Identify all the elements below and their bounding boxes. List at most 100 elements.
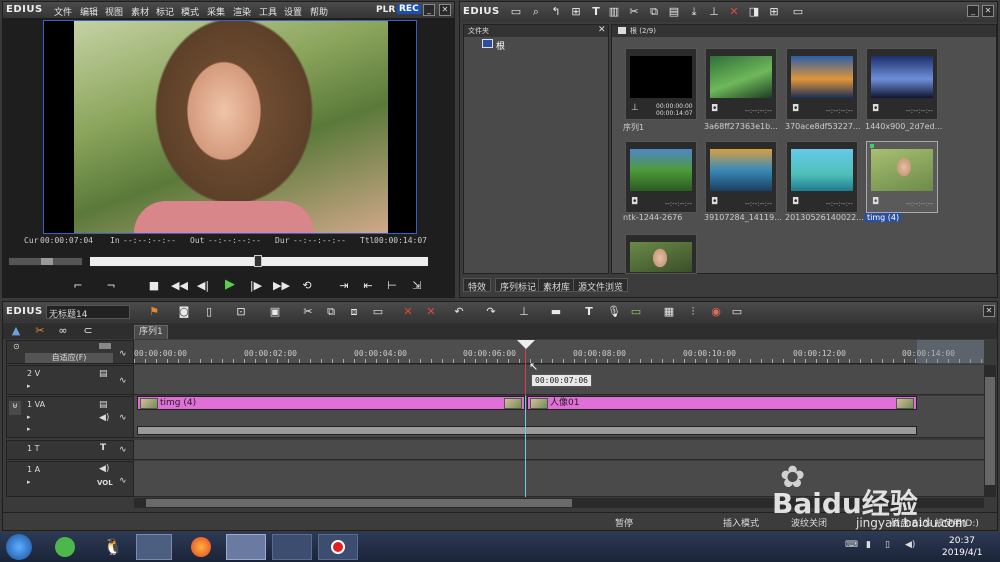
- ripple-delete-icon[interactable]: ✕: [423, 305, 439, 319]
- play-icon[interactable]: ▶: [222, 278, 238, 292]
- tray-keyboard-icon[interactable]: ⌨: [845, 540, 858, 550]
- expand-icon[interactable]: ▸: [27, 478, 31, 486]
- set-out-icon[interactable]: ¬: [103, 279, 119, 293]
- transition-icon[interactable]: ▬: [548, 305, 564, 319]
- minimize-button[interactable]: _: [423, 4, 435, 16]
- speaker-icon[interactable]: ◀): [99, 413, 109, 423]
- clock-time[interactable]: 20:37: [949, 536, 975, 546]
- clip-thumb-sequence[interactable]: ⊥ 00:00:00:00 00:00:14:07: [625, 48, 697, 120]
- add-timeline-icon[interactable]: ⤓: [686, 5, 702, 19]
- menu-capture[interactable]: 采集: [207, 5, 225, 18]
- tl-cut-icon[interactable]: ✂: [300, 305, 316, 319]
- clip-thumb[interactable]: ◘ --:--:--:--: [625, 141, 697, 213]
- title-track-icon[interactable]: T: [100, 443, 106, 453]
- delete-clip-icon[interactable]: ✕: [400, 305, 416, 319]
- menu-marker[interactable]: 标记: [156, 5, 174, 18]
- loop-icon[interactable]: ⟲: [299, 279, 315, 293]
- time-ruler[interactable]: 00:00:00:00 00:00:02:00 00:00:04:00 00:0…: [134, 340, 984, 364]
- adapt-dropdown[interactable]: 自适应(F): [25, 353, 113, 363]
- paste-icon[interactable]: ▤: [666, 5, 682, 19]
- timeline-clip-timg[interactable]: timg (4): [137, 396, 525, 410]
- sync-icon[interactable]: ⊂: [80, 324, 96, 338]
- edius-taskbar-icon[interactable]: [226, 534, 266, 560]
- bin-menu-icon[interactable]: ▭: [790, 5, 806, 19]
- set-in-icon[interactable]: ⌐: [70, 279, 86, 293]
- project-title-field[interactable]: 无标题14: [46, 305, 130, 320]
- expand-icon[interactable]: ▸: [27, 425, 31, 433]
- step-forward-icon[interactable]: |▶: [248, 279, 264, 293]
- expand-icon[interactable]: ▸: [27, 382, 31, 390]
- title-icon[interactable]: T: [588, 5, 604, 19]
- color-wheel-icon[interactable]: ◉: [708, 305, 724, 319]
- track-video-icon[interactable]: ▤: [99, 369, 108, 379]
- root-folder-icon[interactable]: [482, 39, 493, 48]
- copy-icon[interactable]: ⧉: [646, 5, 662, 19]
- replace-icon[interactable]: ▭: [370, 305, 386, 319]
- tray-network-icon[interactable]: ▯: [885, 540, 890, 550]
- track-header-1va[interactable]: ⊎ 1 VA ▤ ◀) ▸ ▸ ∿: [6, 396, 134, 438]
- close-button[interactable]: ✕: [439, 4, 451, 16]
- lock-icon[interactable]: ⊙: [13, 342, 20, 351]
- multicam-icon[interactable]: ▦: [661, 305, 677, 319]
- firefox-icon[interactable]: [191, 537, 211, 557]
- folder-pane-close-icon[interactable]: ✕: [598, 25, 606, 35]
- add-clip-icon[interactable]: ⊞: [568, 5, 584, 19]
- wave-icon[interactable]: ∿: [119, 476, 127, 486]
- tray-volume-icon[interactable]: ◀): [905, 540, 915, 550]
- header-toggle[interactable]: [99, 343, 111, 349]
- explorer-icon[interactable]: [136, 534, 172, 560]
- cut-icon[interactable]: ✂: [626, 5, 642, 19]
- add-cut-icon[interactable]: ⊥: [516, 305, 532, 319]
- track-header-1a[interactable]: 1 A ◀) VOL ▸ ∿: [6, 461, 134, 497]
- clock-date[interactable]: 2019/4/1: [942, 548, 982, 558]
- tab-sequence-markers[interactable]: 序列标记: [495, 278, 542, 293]
- mic-icon[interactable]: 🎙: [606, 305, 622, 319]
- tl-title-icon[interactable]: T: [581, 305, 597, 319]
- trim-icon[interactable]: ⊢: [384, 279, 400, 293]
- playhead-marker-icon[interactable]: [517, 340, 535, 349]
- expand-icon[interactable]: ▸: [27, 413, 31, 421]
- fast-forward-icon[interactable]: ▶▶: [273, 279, 290, 293]
- menu-view[interactable]: 视图: [105, 5, 123, 18]
- bin-minimize-button[interactable]: _: [967, 5, 979, 17]
- start-button-icon[interactable]: [6, 534, 32, 560]
- bin-close-button[interactable]: ✕: [982, 5, 994, 17]
- new-sequence-icon[interactable]: ⚑: [146, 305, 162, 319]
- mixer-icon[interactable]: ⫶: [685, 305, 701, 319]
- menu-help[interactable]: 帮助: [310, 5, 328, 18]
- wave-icon[interactable]: ∿: [119, 445, 127, 455]
- tray-battery-icon[interactable]: ▮: [866, 540, 871, 550]
- rewind-icon[interactable]: ◀◀: [171, 279, 188, 293]
- clip-thumb[interactable]: ◘ --:--:--:--: [705, 48, 777, 120]
- menu-clip[interactable]: 素材: [131, 5, 149, 18]
- menu-tools[interactable]: 工具: [259, 5, 277, 18]
- app-360-icon[interactable]: [55, 537, 75, 557]
- render-icon[interactable]: ▭: [628, 305, 644, 319]
- timeline-close-button[interactable]: ✕: [983, 305, 995, 317]
- razor-icon[interactable]: ✂: [32, 324, 48, 338]
- track-mode-icon[interactable]: ▲: [8, 324, 24, 338]
- track-header-2v[interactable]: 2 V ▤ ▸ ∿: [6, 365, 134, 395]
- export-icon[interactable]: ⇲: [409, 279, 425, 293]
- wave-icon[interactable]: ∿: [119, 413, 127, 423]
- stop-icon[interactable]: ■: [146, 279, 162, 293]
- horizontal-scroll-thumb[interactable]: [146, 499, 572, 507]
- menu-settings[interactable]: 设置: [284, 5, 302, 18]
- delete-icon[interactable]: ✕: [726, 5, 742, 19]
- overwrite-icon[interactable]: ⇤: [360, 279, 376, 293]
- vol-label[interactable]: VOL: [97, 479, 113, 487]
- clip-thumb[interactable]: ◘ --:--:--:--: [786, 141, 858, 213]
- tab-source-browser[interactable]: 源文件浏览: [573, 278, 629, 293]
- color-bar-icon[interactable]: ▥: [606, 5, 622, 19]
- wave-icon[interactable]: ∿: [119, 376, 127, 386]
- view-icon[interactable]: ⊞: [766, 5, 782, 19]
- track-area-1t[interactable]: [134, 440, 984, 460]
- timeline-clip-portrait[interactable]: 人像01: [527, 396, 917, 410]
- properties-icon[interactable]: ◨: [746, 5, 762, 19]
- search-icon[interactable]: ⌕: [528, 5, 544, 19]
- speaker-icon[interactable]: ◀): [99, 464, 109, 474]
- clip-thumb-selected[interactable]: ◘ --:--:--:--: [866, 141, 938, 213]
- tl-paste-icon[interactable]: ⧈: [346, 305, 362, 319]
- status-insert-mode[interactable]: 插入模式: [723, 516, 759, 529]
- up-folder-icon[interactable]: ↰: [548, 5, 564, 19]
